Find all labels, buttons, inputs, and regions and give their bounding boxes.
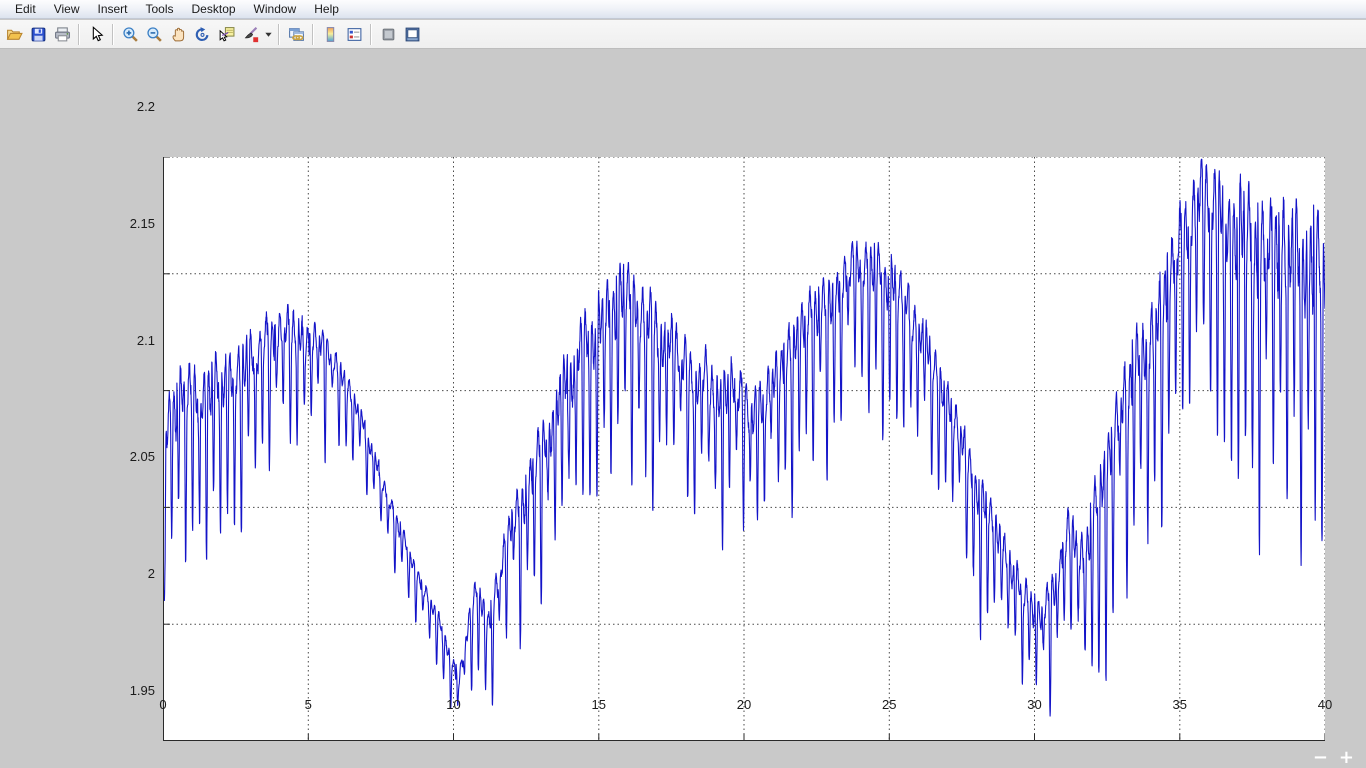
x-tick-label: 10	[432, 697, 476, 712]
y-tick-label: 2.1	[97, 333, 155, 348]
zoom-out-icon	[146, 26, 163, 43]
open-button[interactable]	[2, 22, 26, 46]
x-tick-label: 20	[722, 697, 766, 712]
link-plot-button[interactable]	[284, 22, 308, 46]
zoom-in-button[interactable]	[118, 22, 142, 46]
print-button[interactable]	[50, 22, 74, 46]
toolbar-separator	[278, 24, 280, 45]
menu-help[interactable]: Help	[305, 1, 348, 17]
x-tick-label: 40	[1303, 697, 1347, 712]
overlay-zoom-out-control[interactable]: −	[1313, 749, 1328, 767]
x-tick-label: 25	[867, 697, 911, 712]
x-tick-label: 0	[141, 697, 185, 712]
insert-colorbar-button[interactable]	[318, 22, 342, 46]
overlay-zoom-in-control[interactable]: +	[1339, 749, 1354, 767]
colorbar-icon	[322, 26, 339, 43]
x-tick-label: 15	[577, 697, 621, 712]
brush-button[interactable]	[238, 22, 262, 46]
save-button[interactable]	[26, 22, 50, 46]
pointer-icon	[88, 26, 105, 43]
zoom-in-icon	[122, 26, 139, 43]
pan-hand-icon	[170, 26, 187, 43]
menu-edit[interactable]: Edit	[6, 1, 45, 17]
data-cursor-icon	[218, 26, 235, 43]
link-plot-icon	[288, 26, 305, 43]
open-folder-icon	[6, 26, 23, 43]
x-tick-label: 30	[1013, 697, 1057, 712]
x-tick-label: 35	[1158, 697, 1202, 712]
pan-button[interactable]	[166, 22, 190, 46]
insert-legend-button[interactable]	[342, 22, 366, 46]
edit-plot-button[interactable]	[84, 22, 108, 46]
y-tick-label: 2	[97, 566, 155, 581]
menu-bar: Edit View Insert Tools Desktop Window He…	[0, 0, 1366, 19]
menu-insert[interactable]: Insert	[88, 1, 136, 17]
hide-plot-tools-icon	[380, 26, 397, 43]
brush-dropdown-caret-icon	[264, 30, 273, 39]
figure-canvas: 0 5 10 15 20 25 30 35 40 1.95 2 2.05 2.1 2.15 2.2 − +	[0, 50, 1366, 768]
toolbar-separator	[312, 24, 314, 45]
menu-window[interactable]: Window	[245, 1, 306, 17]
rotate-3d-icon	[194, 26, 211, 43]
print-icon	[54, 26, 71, 43]
zoom-overlay: − +	[1313, 749, 1354, 767]
rotate-3d-button[interactable]	[190, 22, 214, 46]
dock-figure-button[interactable]	[400, 22, 424, 46]
data-cursor-button[interactable]	[214, 22, 238, 46]
y-tick-label: 2.15	[97, 216, 155, 231]
y-tick-label: 1.95	[97, 683, 155, 698]
hide-plot-tools-button[interactable]	[376, 22, 400, 46]
figure-toolbar	[0, 20, 1366, 49]
menu-tools[interactable]: Tools	[137, 1, 183, 17]
axes-plot[interactable]	[163, 157, 1325, 741]
zoom-out-button[interactable]	[142, 22, 166, 46]
y-tick-label: 2.05	[97, 449, 155, 464]
save-icon	[30, 26, 47, 43]
x-tick-label: 5	[286, 697, 330, 712]
toolbar-separator	[78, 24, 80, 45]
legend-icon	[346, 26, 363, 43]
menu-view[interactable]: View	[45, 1, 89, 17]
menu-desktop[interactable]: Desktop	[183, 1, 245, 17]
brush-dropdown-button[interactable]	[262, 22, 274, 46]
dock-figure-icon	[404, 26, 421, 43]
y-tick-label: 2.2	[97, 99, 155, 114]
toolbar-separator	[370, 24, 372, 45]
plot-svg	[163, 157, 1325, 741]
brush-icon	[242, 26, 259, 43]
toolbar-separator	[112, 24, 114, 45]
